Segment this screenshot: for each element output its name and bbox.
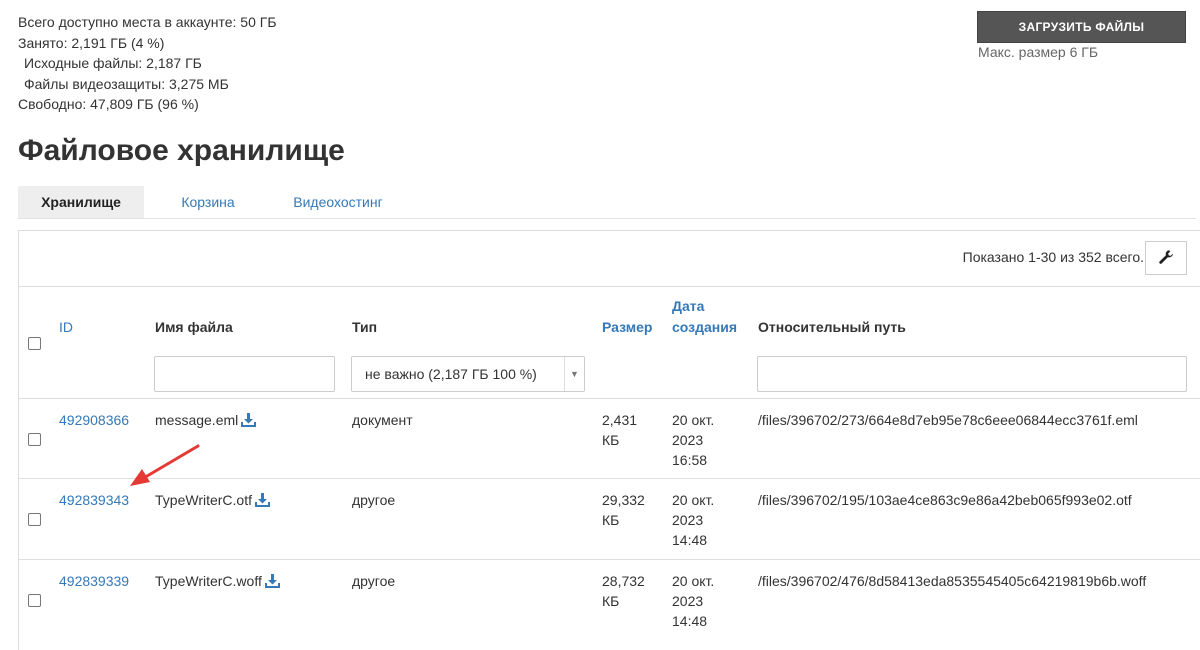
- row-date-time: 14:48: [672, 613, 708, 629]
- wrench-icon: [1158, 249, 1174, 268]
- file-name-text: message.eml: [155, 412, 239, 428]
- storage-used: Занято: 2,191 ГБ (4 %): [18, 34, 165, 51]
- table-row: 492839339 TypeWriterC.woff другое 28,732…: [19, 561, 1200, 641]
- row-size-unit: КБ: [602, 593, 620, 609]
- row-checkbox[interactable]: [28, 594, 41, 607]
- row-id-link[interactable]: 492839339: [59, 571, 129, 591]
- storage-source-files: Исходные файлы: 2,187 ГБ: [24, 55, 202, 71]
- row-date-year: 2023: [672, 593, 704, 609]
- row-id-link[interactable]: 492839343: [59, 490, 129, 510]
- table-header: ID Имя файла Тип Размер Дата создания От…: [19, 287, 1200, 399]
- file-name-text: TypeWriterC.otf: [155, 492, 252, 508]
- table-row: 492908366 message.eml документ 2,431 КБ …: [19, 399, 1200, 479]
- row-date-time: 16:58: [672, 452, 708, 468]
- tab-storage[interactable]: Хранилище: [18, 186, 144, 218]
- upload-files-button[interactable]: ЗАГРУЗИТЬ ФАЙЛЫ: [977, 11, 1186, 43]
- column-header-created-line2[interactable]: создания: [672, 319, 737, 335]
- upload-max-size-note: Макс. размер 6 ГБ: [978, 44, 1099, 60]
- storage-free: Свободно: 47,809 ГБ (96 %): [18, 96, 199, 112]
- row-date-day: 20 окт.: [672, 492, 715, 508]
- select-all-checkbox[interactable]: [28, 337, 41, 350]
- file-name-text: TypeWriterC.woff: [155, 573, 262, 589]
- table-row: 492839343 TypeWriterC.otf другое 29,332 …: [19, 480, 1200, 560]
- row-path: /files/396702/476/8d58413eda8535545405c6…: [758, 573, 1147, 589]
- grid-settings-button[interactable]: [1145, 241, 1187, 275]
- row-date-day: 20 окт.: [672, 412, 715, 428]
- storage-video-protection: Файлы видеозащиты: 3,275 МБ: [24, 75, 229, 92]
- column-header-name: Имя файла: [155, 319, 233, 335]
- row-date-time: 14:48: [672, 532, 708, 548]
- row-file-name: TypeWriterC.otf: [155, 490, 270, 512]
- download-icon[interactable]: [241, 412, 257, 432]
- tab-trash[interactable]: Корзина: [164, 186, 252, 218]
- row-file-name: TypeWriterC.woff: [155, 571, 280, 593]
- storage-total: Всего доступно места в аккаунте: 50 ГБ: [18, 14, 277, 30]
- column-header-created-line1[interactable]: Дата: [672, 298, 704, 314]
- row-size-value: 2,431: [602, 412, 638, 428]
- row-id-link[interactable]: 492908366: [59, 410, 129, 430]
- storage-stats: Всего доступно места в аккаунте: 50 ГБ З…: [18, 12, 277, 115]
- row-path: /files/396702/273/664e8d7eb95e78c6eee068…: [758, 412, 1138, 428]
- row-date-day: 20 окт.: [672, 573, 715, 589]
- download-icon[interactable]: [264, 573, 280, 593]
- row-file-name: message.eml: [155, 410, 257, 432]
- column-header-size[interactable]: Размер: [602, 319, 652, 335]
- row-type: другое: [352, 573, 396, 589]
- column-header-path: Относительный путь: [758, 319, 906, 335]
- path-filter-input[interactable]: [757, 356, 1187, 392]
- pagination-summary: Показано 1-30 из 352 всего.: [962, 249, 1144, 265]
- download-icon[interactable]: [255, 492, 270, 512]
- row-checkbox[interactable]: [28, 433, 41, 446]
- type-filter-selected: не важно (2,187 ГБ 100 %): [365, 366, 537, 382]
- row-size-unit: КБ: [602, 432, 620, 448]
- row-type: документ: [352, 412, 413, 428]
- row-checkbox[interactable]: [28, 513, 41, 526]
- tab-bar: Хранилище Корзина Видеохостинг: [18, 186, 1196, 219]
- grid-toolbar: Показано 1-30 из 352 всего.: [19, 231, 1200, 287]
- row-type: другое: [352, 492, 396, 508]
- row-size-value: 28,732: [602, 573, 645, 589]
- page-title: Файловое хранилище: [18, 134, 345, 167]
- column-header-type: Тип: [352, 319, 378, 335]
- chevron-down-icon: ▼: [564, 357, 584, 391]
- row-date-year: 2023: [672, 432, 704, 448]
- name-filter-input[interactable]: [154, 356, 335, 392]
- row-date-year: 2023: [672, 512, 704, 528]
- column-header-id[interactable]: ID: [59, 319, 73, 335]
- tab-video-hosting[interactable]: Видеохостинг: [280, 186, 396, 218]
- row-size-value: 29,332: [602, 492, 645, 508]
- row-size-unit: КБ: [602, 512, 620, 528]
- files-panel: Показано 1-30 из 352 всего. ID Имя файла…: [18, 230, 1200, 650]
- row-path: /files/396702/195/103ae4ce863c9e86a42beb…: [758, 492, 1132, 508]
- type-filter-select[interactable]: не важно (2,187 ГБ 100 %) ▼: [351, 356, 585, 392]
